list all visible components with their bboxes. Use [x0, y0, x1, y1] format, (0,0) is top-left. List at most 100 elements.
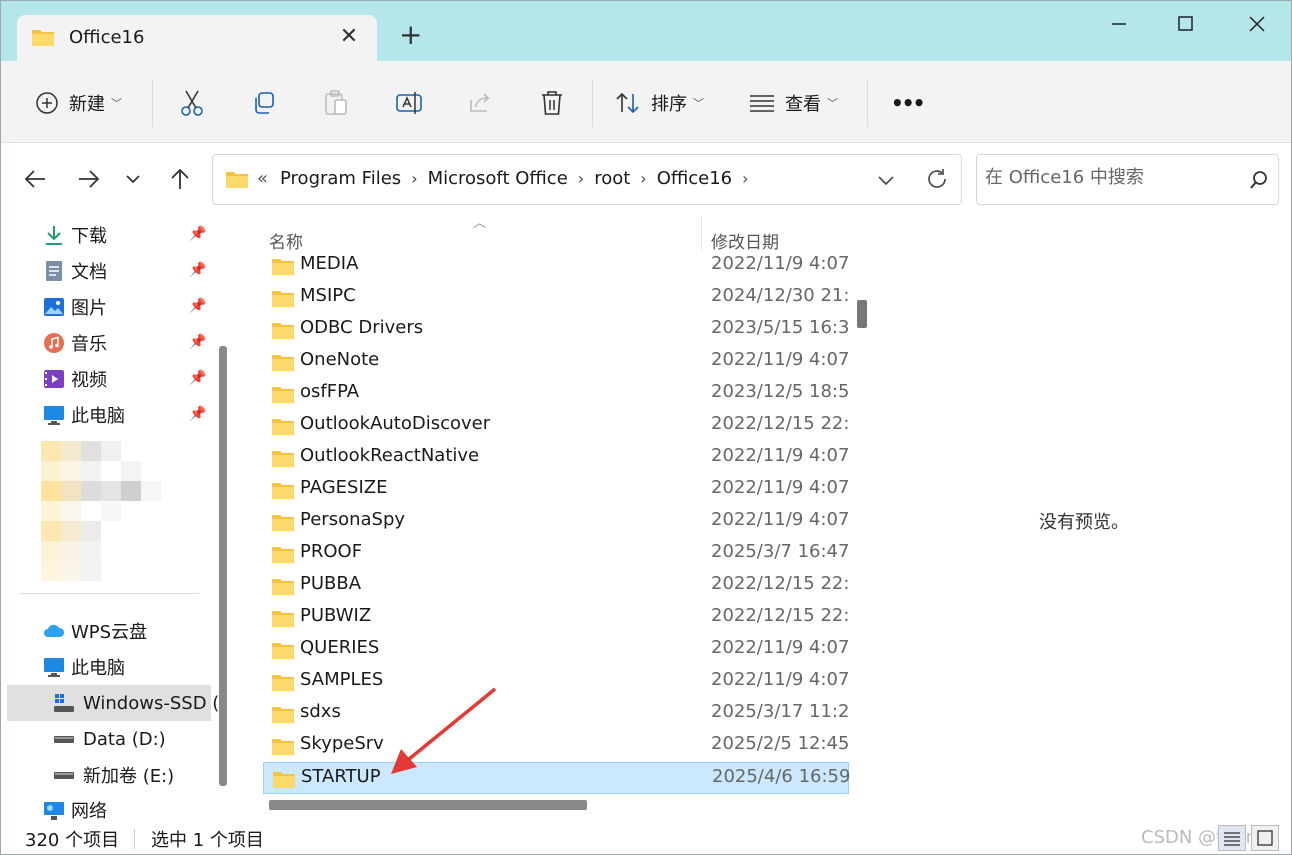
copy-icon: [255, 92, 274, 114]
sidebar-item-pictures[interactable]: 图片 📌: [1, 290, 211, 324]
file-row[interactable]: osfFPA 2023/12/5 18:52: [263, 378, 849, 410]
folder-icon: [272, 419, 294, 435]
sidebar-divider: [19, 593, 199, 594]
recent-locations-button[interactable]: [117, 163, 149, 195]
copy-button[interactable]: [251, 85, 277, 121]
new-tab-icon[interactable]: +: [399, 21, 422, 49]
drive-icon: [54, 694, 74, 712]
sidebar-item-downloads[interactable]: 下载 📌: [1, 218, 211, 252]
back-button[interactable]: [19, 163, 51, 195]
breadcrumb-office16[interactable]: Office16: [657, 168, 732, 189]
search-box[interactable]: [976, 154, 1279, 205]
address-bar[interactable]: « Program Files › Microsoft Office › roo…: [212, 154, 962, 205]
file-row[interactable]: MSIPC 2024/12/30 21:2: [263, 282, 849, 314]
view-button[interactable]: 查看 ﹀: [749, 85, 838, 121]
sidebar-item-wps-cloud[interactable]: WPS云盘: [1, 614, 211, 648]
paste-button[interactable]: [323, 85, 349, 121]
file-row[interactable]: PAGESIZE 2022/11/9 4:07: [263, 474, 849, 506]
sidebar-item-documents[interactable]: 文档 📌: [1, 254, 211, 288]
file-row[interactable]: MEDIA 2022/11/9 4:07: [263, 250, 849, 282]
refresh-icon[interactable]: [925, 167, 949, 191]
breadcrumb-overflow[interactable]: «: [257, 168, 268, 189]
sidebar-item-label: 新加卷 (E:): [83, 766, 175, 787]
file-modified-date: 2022/11/9 4:07: [711, 253, 849, 274]
sidebar-item-network[interactable]: 网络: [1, 793, 211, 821]
file-row[interactable]: ODBC Drivers 2023/5/15 16:37: [263, 314, 849, 346]
sidebar-item-data-d[interactable]: Data (D:): [1, 722, 211, 756]
pin-icon[interactable]: 📌: [189, 406, 206, 422]
sidebar-item-this-pc-2[interactable]: 此电脑: [1, 650, 211, 684]
breadcrumb-root[interactable]: root: [594, 168, 630, 189]
sort-button[interactable]: 排序 ﹀: [615, 85, 704, 121]
details-view-button[interactable]: [1218, 825, 1246, 851]
sort-icon: [616, 92, 639, 114]
search-input[interactable]: [985, 167, 1235, 188]
file-modified-date: 2025/4/6 16:59: [712, 766, 850, 787]
rename-button[interactable]: [395, 85, 423, 121]
file-list-horizontal-scrollbar[interactable]: [269, 800, 587, 810]
share-button[interactable]: [467, 85, 493, 121]
file-row[interactable]: SkypeSrv 2025/2/5 12:45: [263, 730, 849, 762]
pin-icon[interactable]: 📌: [189, 226, 206, 242]
file-row[interactable]: SAMPLES 2022/11/9 4:07: [263, 666, 849, 698]
chevron-right-icon[interactable]: ›: [411, 169, 417, 188]
tab-office16[interactable]: Office16 ✕: [17, 15, 377, 61]
chevron-down-icon[interactable]: [876, 168, 896, 192]
pin-icon[interactable]: 📌: [189, 334, 206, 350]
file-row[interactable]: STARTUP 2025/4/6 16:59: [263, 762, 850, 794]
more-options-button[interactable]: •••: [891, 85, 925, 121]
chevron-right-icon[interactable]: ›: [742, 169, 748, 188]
chevron-right-icon[interactable]: ›: [640, 169, 646, 188]
column-divider[interactable]: [701, 216, 702, 250]
tiles-view-icon: [1257, 830, 1273, 846]
minimize-icon[interactable]: [1099, 9, 1139, 39]
file-name: PUBBA: [300, 573, 362, 594]
new-label: 新建: [69, 94, 105, 115]
file-row[interactable]: PROOF 2025/3/7 16:47: [263, 538, 849, 570]
chevron-down-icon: [126, 175, 140, 184]
new-button[interactable]: 新建 ﹀: [35, 85, 122, 121]
file-modified-date: 2022/12/15 22:2: [711, 605, 849, 626]
close-window-icon[interactable]: [1237, 9, 1277, 39]
file-row[interactable]: QUERIES 2022/11/9 4:07: [263, 634, 849, 666]
item-count: 320 个项目: [25, 830, 120, 851]
sidebar-item-windows-ssd[interactable]: Windows-SSD (: [7, 685, 219, 721]
pin-icon[interactable]: 📌: [189, 370, 206, 386]
download-icon: [46, 226, 62, 245]
pin-icon[interactable]: 📌: [189, 298, 206, 314]
file-name: sdxs: [300, 701, 341, 722]
file-row[interactable]: PUBWIZ 2022/12/15 22:2: [263, 602, 849, 634]
sidebar-item-new-volume-e[interactable]: 新加卷 (E:): [1, 758, 211, 792]
chevron-right-icon[interactable]: ›: [578, 169, 584, 188]
folder-icon: [272, 707, 294, 723]
breadcrumb-microsoft-office[interactable]: Microsoft Office: [428, 168, 568, 189]
forward-button[interactable]: [73, 163, 105, 195]
sidebar-item-music[interactable]: 音乐 📌: [1, 326, 211, 360]
file-row[interactable]: sdxs 2025/3/17 11:22: [263, 698, 849, 730]
sidebar-scrollbar[interactable]: [219, 346, 227, 786]
sidebar-item-videos[interactable]: 视频 📌: [1, 362, 211, 396]
view-list-icon: [750, 95, 774, 112]
maximize-icon[interactable]: [1165, 9, 1205, 39]
view-label: 查看: [785, 94, 821, 115]
search-icon[interactable]: [1249, 170, 1269, 190]
delete-button[interactable]: [539, 85, 565, 121]
cut-button[interactable]: [179, 85, 205, 121]
file-name: MEDIA: [300, 253, 359, 274]
breadcrumb: « Program Files › Microsoft Office › roo…: [225, 168, 759, 189]
file-row[interactable]: PersonaSpy 2022/11/9 4:07: [263, 506, 849, 538]
tab-close-icon[interactable]: ✕: [335, 23, 363, 51]
file-list-vertical-scrollbar[interactable]: [857, 300, 867, 328]
folder-icon: [272, 643, 294, 659]
share-icon: [470, 93, 490, 112]
sidebar-item-this-pc[interactable]: 此电脑 📌: [1, 398, 211, 432]
breadcrumb-program-files[interactable]: Program Files: [280, 168, 401, 189]
file-row[interactable]: PUBBA 2022/12/15 22:2: [263, 570, 849, 602]
file-row[interactable]: OneNote 2022/11/9 4:07: [263, 346, 849, 378]
file-row[interactable]: OutlookReactNative 2022/11/9 4:07: [263, 442, 849, 474]
sidebar-item-label: WPS云盘: [71, 622, 148, 643]
file-row[interactable]: OutlookAutoDiscover 2022/12/15 22:2: [263, 410, 849, 442]
pin-icon[interactable]: 📌: [189, 262, 206, 278]
up-button[interactable]: [164, 163, 196, 195]
tiles-view-button[interactable]: [1251, 825, 1279, 851]
